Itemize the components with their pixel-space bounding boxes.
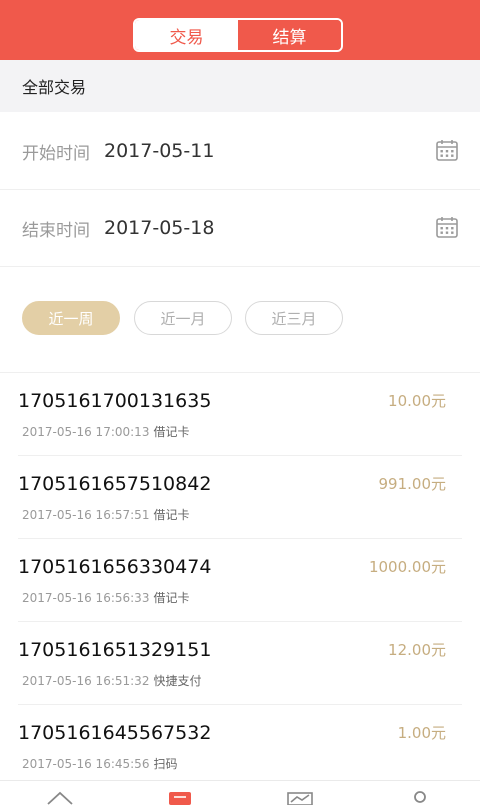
transaction-time: 2017-05-16 16:45:56 <box>22 757 150 771</box>
transaction-type: 快捷支付 <box>153 674 202 688</box>
user-icon[interactable] <box>405 789 435 805</box>
filter-label: 全部交易 <box>22 78 87 97</box>
bottom-tab-bar <box>0 780 480 805</box>
list-item[interactable]: 1705161656330474 1000.00元 2017-05-16 16:… <box>18 539 462 622</box>
list-item[interactable]: 1705161645567532 1.00元 2017-05-16 16:45:… <box>18 705 462 788</box>
tab-settlement[interactable]: 结算 <box>238 20 341 50</box>
transaction-id: 1705161645567532 <box>18 722 212 744</box>
chip-last-three-months[interactable]: 近三月 <box>245 301 343 335</box>
calendar-icon[interactable] <box>436 216 458 238</box>
transaction-id: 1705161700131635 <box>18 390 212 412</box>
transaction-time: 2017-05-16 17:00:13 <box>22 425 150 439</box>
segmented-control: 交易 结算 <box>133 18 343 52</box>
list-item[interactable]: 1705161700131635 10.00元 2017-05-16 17:00… <box>18 373 462 456</box>
transaction-id: 1705161651329151 <box>18 639 212 661</box>
chart-icon[interactable] <box>285 789 315 805</box>
start-date-row[interactable]: 开始时间 2017-05-11 <box>0 113 480 190</box>
transaction-type: 借记卡 <box>153 508 190 522</box>
chip-last-week[interactable]: 近一周 <box>22 301 120 335</box>
transaction-time: 2017-05-16 16:51:32 <box>22 674 150 688</box>
transaction-id: 1705161656330474 <box>18 556 212 578</box>
home-icon[interactable] <box>45 789 75 805</box>
transaction-meta: 2017-05-16 17:00:13 借记卡 <box>22 423 189 440</box>
transaction-amount: 10.00元 <box>388 392 446 410</box>
tab-transactions[interactable]: 交易 <box>135 20 238 50</box>
app-header: 交易 结算 <box>0 0 480 60</box>
transaction-meta: 2017-05-16 16:45:56 扫码 <box>22 755 177 772</box>
list-item[interactable]: 1705161657510842 991.00元 2017-05-16 16:5… <box>18 456 462 539</box>
list-item[interactable]: 1705161651329151 12.00元 2017-05-16 16:51… <box>18 622 462 705</box>
transaction-amount: 12.00元 <box>388 641 446 659</box>
start-date-label: 开始时间 <box>22 143 90 164</box>
transaction-time: 2017-05-16 16:57:51 <box>22 508 150 522</box>
end-date-value: 2017-05-18 <box>104 217 215 239</box>
transaction-list: 1705161700131635 10.00元 2017-05-16 17:00… <box>0 373 480 788</box>
transaction-id: 1705161657510842 <box>18 473 212 495</box>
transaction-type: 借记卡 <box>153 591 190 605</box>
transaction-amount: 1000.00元 <box>368 558 446 576</box>
transaction-time: 2017-05-16 16:56:33 <box>22 591 150 605</box>
transaction-amount: 1.00元 <box>397 724 446 742</box>
quick-range-group: 近一周 近一月 近三月 <box>0 266 480 373</box>
end-date-row[interactable]: 结束时间 2017-05-18 <box>0 190 480 267</box>
transaction-filter[interactable]: 全部交易 <box>0 60 480 112</box>
transaction-type: 扫码 <box>153 757 178 771</box>
transaction-type: 借记卡 <box>153 425 190 439</box>
calendar-icon[interactable] <box>436 139 458 161</box>
end-date-label: 结束时间 <box>22 220 90 241</box>
chip-last-month[interactable]: 近一月 <box>134 301 232 335</box>
list-icon[interactable] <box>165 789 195 805</box>
transaction-amount: 991.00元 <box>378 475 447 493</box>
transaction-meta: 2017-05-16 16:51:32 快捷支付 <box>22 672 201 689</box>
transaction-meta: 2017-05-16 16:56:33 借记卡 <box>22 589 189 606</box>
start-date-value: 2017-05-11 <box>104 140 215 162</box>
transaction-meta: 2017-05-16 16:57:51 借记卡 <box>22 506 189 523</box>
